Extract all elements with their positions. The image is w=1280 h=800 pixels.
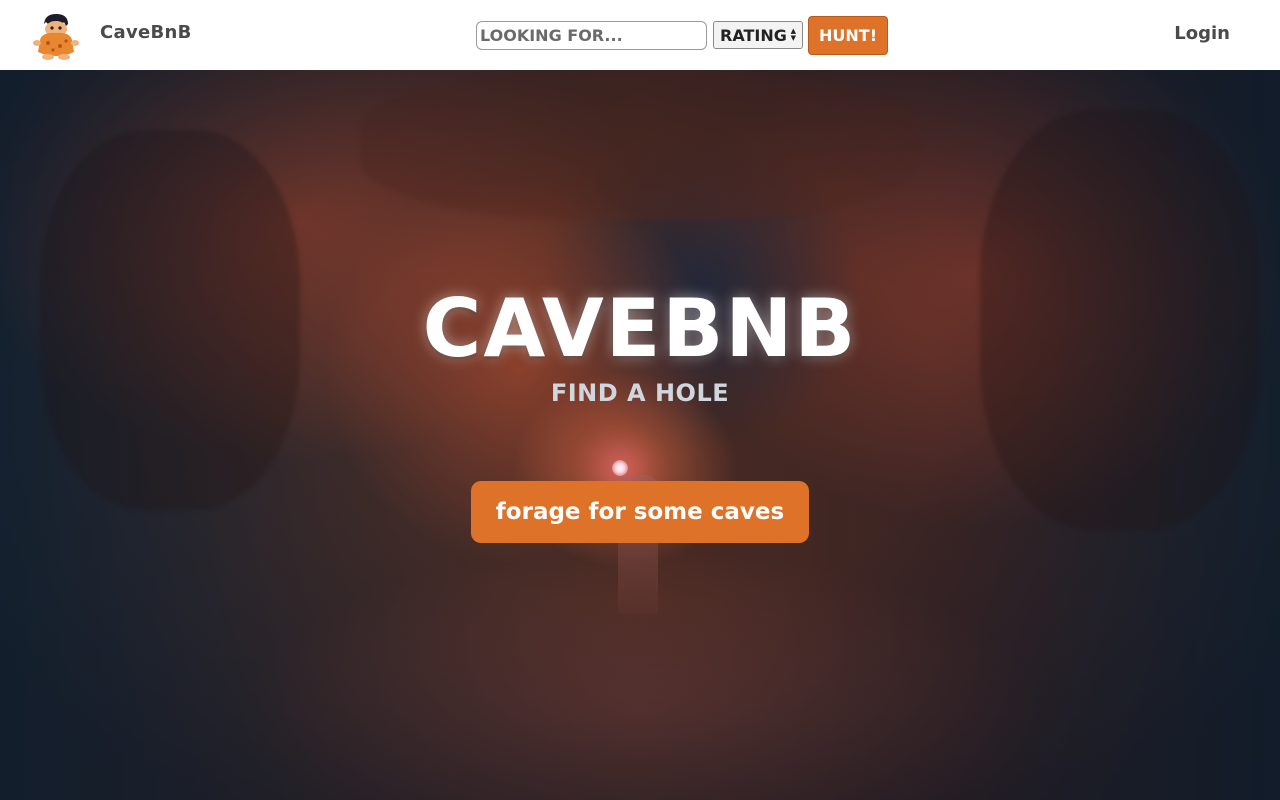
caveman-logo-icon[interactable] — [30, 10, 82, 62]
hero-subtitle: FIND A HOLE — [550, 379, 730, 407]
search-input[interactable] — [476, 21, 707, 50]
updown-arrows-icon: ▲ ▼ — [790, 27, 796, 42]
rating-select[interactable]: RATING ▲ ▼ — [713, 21, 803, 49]
navbar: CaveBnB RATING ▲▼ HUNT! Login — [0, 0, 1280, 70]
brand-link[interactable]: CaveBnB — [100, 22, 192, 43]
hero-section: CAVEBNB FIND A HOLE forage for some cave… — [0, 70, 1280, 800]
hero-title: CAVEBNB — [422, 282, 858, 375]
hunt-button[interactable]: HUNT! — [808, 16, 888, 55]
hero-vignette — [0, 70, 1280, 800]
rating-select-label: RATING — [720, 25, 787, 45]
forage-caves-button[interactable]: forage for some caves — [471, 481, 809, 543]
login-link[interactable]: Login — [1174, 23, 1230, 44]
